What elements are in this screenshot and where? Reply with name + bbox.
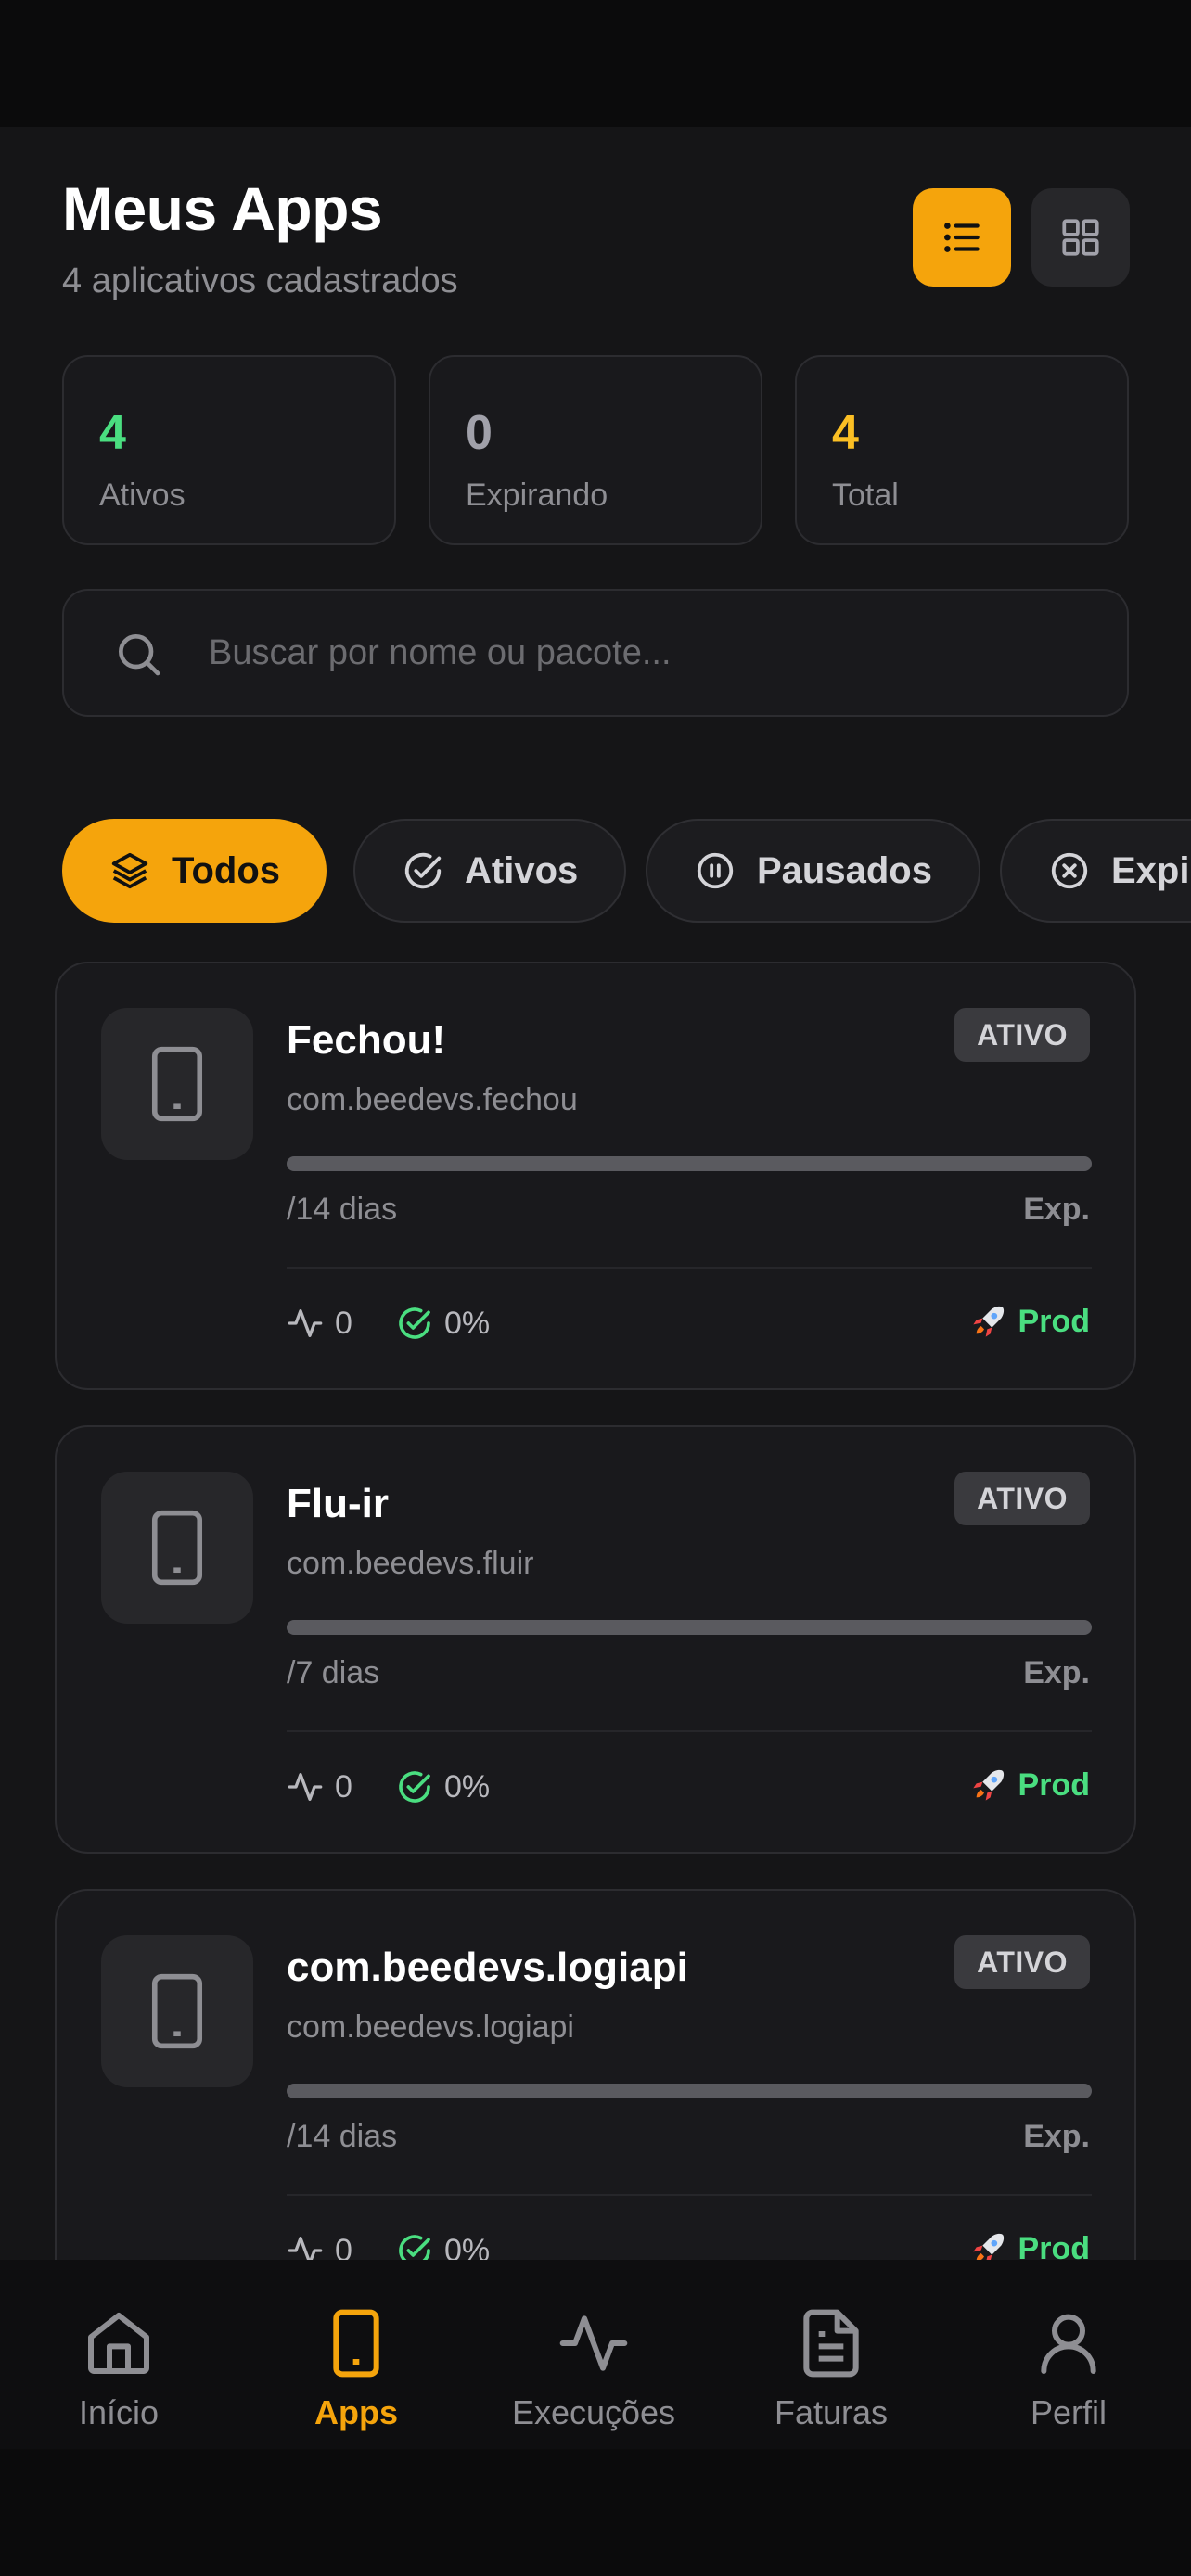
success-rate-metric: 0% xyxy=(396,1305,490,1342)
expiry-progress-bar xyxy=(287,1620,1092,1635)
check-circle-icon xyxy=(404,852,442,889)
chip-label: Ativos xyxy=(465,849,579,891)
app-card[interactable]: Flu-ir com.beedevs.fluir ATIVO /7 dias E… xyxy=(55,1425,1136,1854)
smartphone-icon xyxy=(151,1510,203,1586)
chip-label: Pausados xyxy=(757,849,932,891)
filter-chip-active[interactable]: Ativos xyxy=(353,819,627,923)
search-input[interactable] xyxy=(209,591,1099,715)
status-badge: ATIVO xyxy=(954,1935,1090,1989)
filter-chip-all[interactable]: Todos xyxy=(62,819,327,923)
search-bar xyxy=(62,589,1129,717)
check-circle-icon xyxy=(399,1771,430,1803)
stat-card-total: 4 Total xyxy=(795,355,1129,545)
nav-item-invoices[interactable]: Faturas xyxy=(712,2260,950,2449)
gesture-area xyxy=(0,2449,1191,2576)
status-badge: ATIVO xyxy=(954,1008,1090,1062)
stat-value: 4 xyxy=(832,406,859,460)
executions-metric: 0 xyxy=(287,1305,352,1342)
smartphone-icon xyxy=(151,1046,203,1122)
grid-icon xyxy=(1062,219,1099,256)
list-view-button[interactable] xyxy=(913,188,1011,287)
app-package: com.beedevs.logiapi xyxy=(287,2009,574,2045)
app-name: Flu-ir xyxy=(287,1481,389,1526)
days-remaining: /7 dias xyxy=(287,1655,380,1690)
stat-value: 0 xyxy=(466,406,493,460)
filter-chip-expired[interactable]: Expirados xyxy=(1000,819,1191,923)
pause-circle-icon xyxy=(697,852,734,889)
page-title: Meus Apps xyxy=(62,174,383,243)
card-divider xyxy=(287,2194,1092,2196)
activity-icon xyxy=(288,1773,323,1801)
app-icon-placeholder xyxy=(101,1008,253,1160)
stat-label: Expirando xyxy=(466,478,608,513)
file-text-icon xyxy=(803,2309,859,2378)
list-icon xyxy=(944,223,980,252)
expiry-label: Exp. xyxy=(1023,1655,1090,1690)
stat-label: Ativos xyxy=(99,478,186,513)
rocket-icon xyxy=(972,2233,1004,2260)
smartphone-icon xyxy=(151,1973,203,2049)
expiry-label: Exp. xyxy=(1023,2119,1090,2154)
rocket-icon xyxy=(972,1769,1004,1801)
filter-chip-paused[interactable]: Pausados xyxy=(646,819,980,923)
apps-screen: Meus Apps 4 aplicativos cadastrados 4 At… xyxy=(0,127,1191,2260)
environment-tag: Prod xyxy=(970,2230,1090,2260)
stat-label: Total xyxy=(832,478,899,513)
expiry-progress-bar xyxy=(287,1156,1092,1171)
app-name: com.beedevs.logiapi xyxy=(287,1945,688,1990)
app-card[interactable]: com.beedevs.logiapi com.beedevs.logiapi … xyxy=(55,1889,1136,2260)
nav-item-apps[interactable]: Apps xyxy=(237,2260,475,2449)
check-circle-icon xyxy=(399,2235,430,2260)
chip-label: Todos xyxy=(172,849,281,891)
app-name: Fechou! xyxy=(287,1017,446,1063)
activity-icon xyxy=(288,2237,323,2260)
activity-icon xyxy=(288,1309,323,1337)
nav-item-executions[interactable]: Execuções xyxy=(475,2260,712,2449)
stat-card-expiring: 0 Expirando xyxy=(429,355,762,545)
search-icon xyxy=(118,634,160,676)
card-divider xyxy=(287,1267,1092,1269)
app-icon-placeholder xyxy=(101,1472,253,1624)
executions-metric: 0 xyxy=(287,2232,352,2260)
check-circle-icon xyxy=(399,1307,430,1339)
bottom-navigation: Início Apps Execuções Faturas Perfil xyxy=(0,2260,1191,2449)
user-icon xyxy=(1041,2314,1096,2374)
stat-card-active: 4 Ativos xyxy=(62,355,396,545)
card-divider xyxy=(287,1730,1092,1732)
rocket-icon xyxy=(972,1306,1004,1337)
expiry-label: Exp. xyxy=(1023,1192,1090,1227)
app-package: com.beedevs.fluir xyxy=(287,1546,534,1581)
stat-value: 4 xyxy=(99,406,126,460)
nav-item-profile[interactable]: Perfil xyxy=(950,2260,1187,2449)
x-circle-icon xyxy=(1051,852,1088,889)
environment-tag: Prod xyxy=(970,1766,1090,1804)
environment-tag: Prod xyxy=(970,1303,1090,1340)
days-remaining: /14 dias xyxy=(287,1192,398,1227)
layers-icon xyxy=(111,852,148,889)
app-package: com.beedevs.fechou xyxy=(287,1082,578,1117)
home-icon xyxy=(88,2313,149,2374)
nav-item-home[interactable]: Início xyxy=(0,2260,237,2449)
grid-view-button[interactable] xyxy=(1031,188,1130,287)
days-remaining: /14 dias xyxy=(287,2119,398,2154)
expiry-progress-bar xyxy=(287,2084,1092,2098)
executions-metric: 0 xyxy=(287,1768,352,1805)
activity-icon xyxy=(559,2315,628,2371)
smartphone-icon xyxy=(333,2309,379,2378)
app-card[interactable]: Fechou! com.beedevs.fechou ATIVO /14 dia… xyxy=(55,962,1136,1390)
chip-label: Expirados xyxy=(1111,849,1191,891)
success-rate-metric: 0% xyxy=(396,1768,490,1805)
status-bar-area xyxy=(0,0,1191,127)
success-rate-metric: 0% xyxy=(396,2232,490,2260)
app-icon-placeholder xyxy=(101,1935,253,2087)
status-badge: ATIVO xyxy=(954,1472,1090,1525)
page-subtitle: 4 aplicativos cadastrados xyxy=(62,261,458,300)
